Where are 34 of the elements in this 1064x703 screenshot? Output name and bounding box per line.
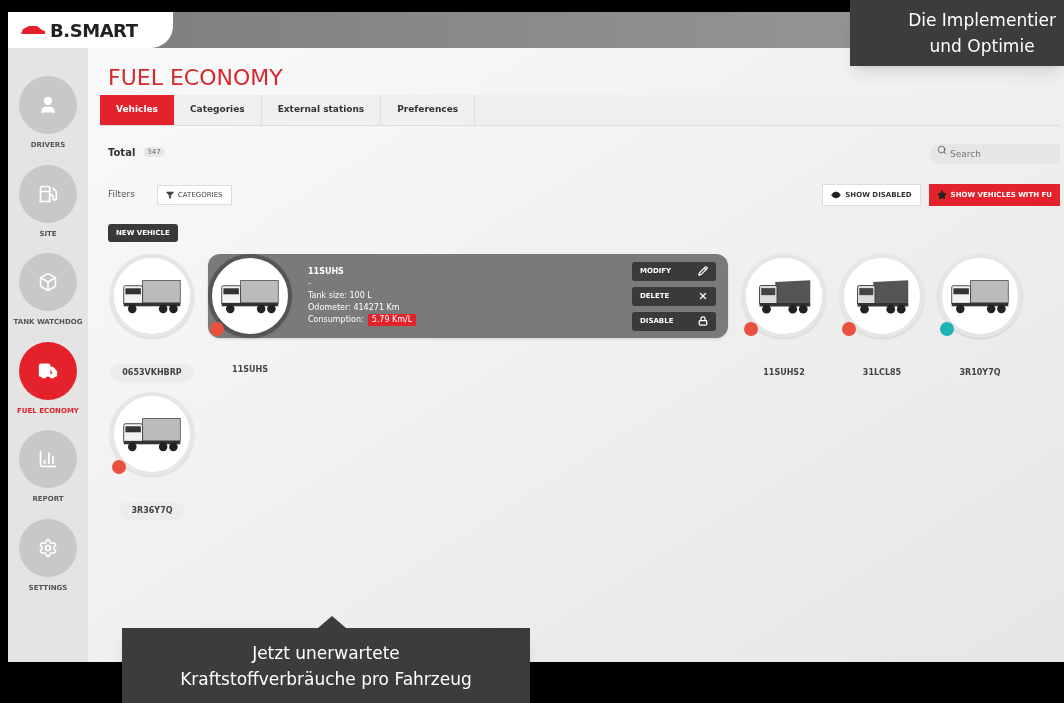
settings-icon [38,537,58,558]
tab[interactable]: Vehicles [100,95,174,125]
star-icon [936,190,947,200]
eye-icon [831,190,842,200]
user-icon [38,95,58,115]
total-label: Total [108,145,136,160]
car-logo-icon [20,24,46,36]
tank-size-text: Tank size: 100 L [308,290,373,302]
tab[interactable]: External stations [261,95,382,125]
odometer-text: Odometer: 414271 Km [308,302,401,314]
filter-icon [166,191,174,199]
callout-text: Jetzt unerwartete Kraftstoffverbräuche pro Fahrzeug [180,641,472,691]
box-icon [38,272,58,292]
vehicle-name: 11SUHS [231,364,269,376]
logo: B.SMART [8,12,173,48]
search-field[interactable]: Search [930,144,1060,164]
vehicle-avatar[interactable] [208,254,292,338]
vehicle-name: 0653VKHBRP [110,364,194,382]
tab[interactable]: Categories [173,95,262,125]
consumption-value: 5.79 Km/L [367,314,417,326]
filters-label: Filters [108,188,135,202]
lock-icon [698,316,708,326]
tab[interactable]: Preferences [381,95,476,125]
page-title: FUEL ECONOMY [108,64,284,92]
search-icon [937,145,947,155]
vehicle-title: 11SUHS [308,266,345,278]
fuel-pump-icon [38,183,58,204]
pencil-icon [698,266,708,276]
consumption-label: Consumption: [308,314,364,326]
bar-chart-icon [38,449,58,469]
callout-text: Die Implementier und Optimie [908,9,1056,58]
close-icon [698,291,708,301]
vehicle-subtitle: - [308,278,312,290]
vehicle-name: 3R36Y7Q [119,502,185,520]
